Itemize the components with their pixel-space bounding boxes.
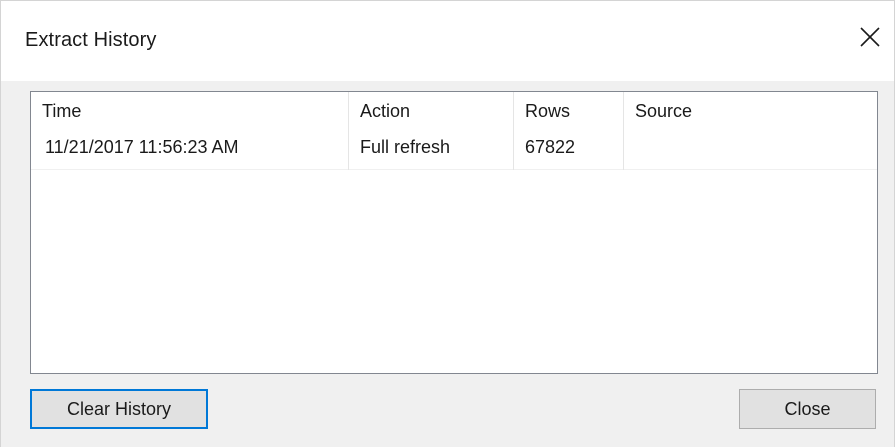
close-x-glyph	[860, 27, 880, 47]
column-header-rows[interactable]: Rows	[514, 92, 624, 132]
cell-rows: 67822	[514, 132, 624, 170]
clear-history-button[interactable]: Clear History	[30, 389, 208, 429]
list-header: Time Action Rows Source	[31, 92, 877, 132]
cell-source	[624, 132, 877, 170]
dialog-body: Time Action Rows Source 11/21/2017 11:56…	[1, 81, 894, 447]
history-list[interactable]: Time Action Rows Source 11/21/2017 11:56…	[30, 91, 878, 374]
close-button[interactable]: Close	[739, 389, 876, 429]
table-row[interactable]: 11/21/2017 11:56:23 AM Full refresh 6782…	[31, 132, 877, 170]
column-header-time[interactable]: Time	[31, 92, 349, 132]
dialog-title: Extract History	[25, 29, 157, 51]
extract-history-dialog: Extract History Time Action Rows Source …	[0, 0, 895, 447]
column-header-action[interactable]: Action	[349, 92, 514, 132]
column-header-source[interactable]: Source	[624, 92, 877, 132]
close-icon[interactable]	[856, 23, 884, 51]
cell-action: Full refresh	[349, 132, 514, 170]
cell-time: 11/21/2017 11:56:23 AM	[31, 132, 349, 170]
title-bar: Extract History	[1, 1, 894, 81]
